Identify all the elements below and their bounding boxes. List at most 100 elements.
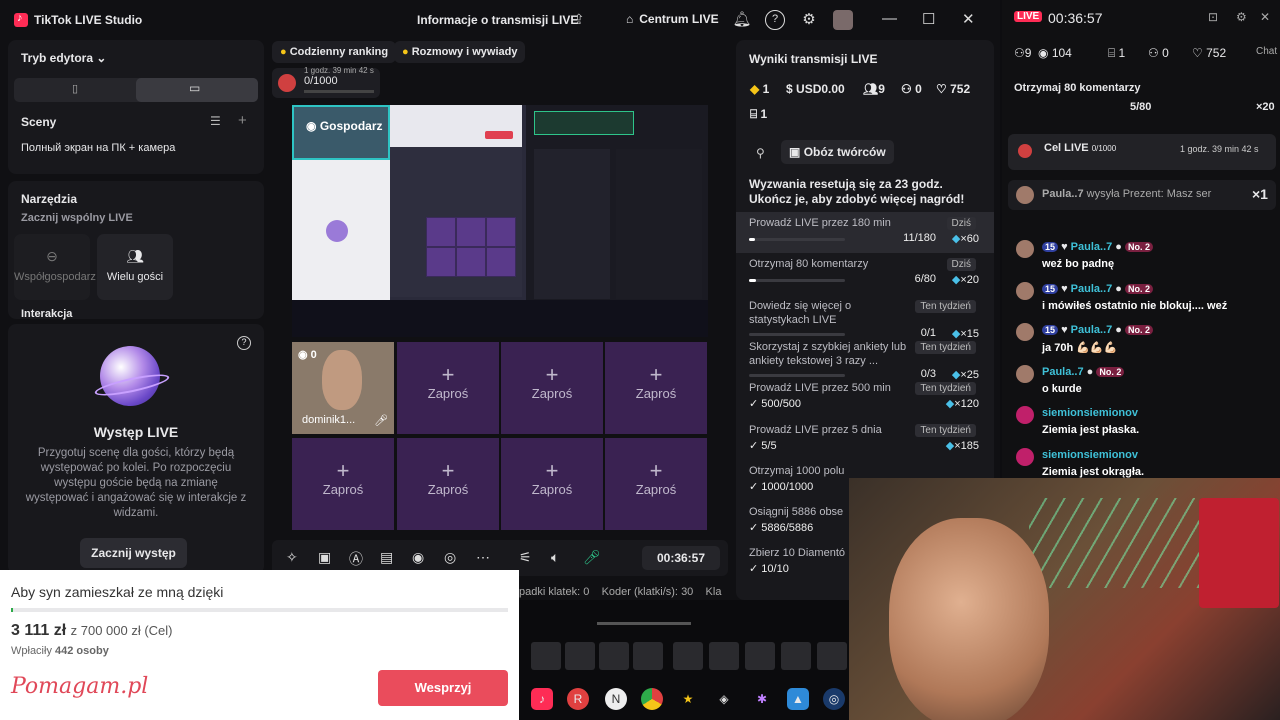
task-item[interactable]: Skorzystaj z szybkiej ankiety lub ankiet… xyxy=(736,336,994,381)
gem-icon: ◆ xyxy=(945,439,955,452)
disco-ball-icon xyxy=(100,346,160,406)
speaker-icon[interactable]: 🔈︎ xyxy=(551,549,559,566)
eye-icon: ◉ xyxy=(298,349,308,361)
task-item[interactable]: Prowadź LIVE przez 5 dnia Ten tydzień ✓ 5/… xyxy=(736,419,994,460)
talk-pill[interactable]: ● Rozmowy i wywiady xyxy=(394,41,526,63)
avatar[interactable] xyxy=(1016,447,1034,466)
guest-name: dominik1... xyxy=(302,414,356,426)
avatar[interactable] xyxy=(1016,406,1034,424)
stat-likes: ♡ 752 xyxy=(936,82,970,96)
tools-card: Narzędzia Zacznij wspólny LIVE ⊖ Współgos… xyxy=(8,181,264,320)
app-icon-red[interactable]: R xyxy=(567,688,589,710)
stream-preview[interactable]: ◉ Gospodarz xyxy=(292,105,708,337)
scene-item[interactable]: Полный экран на ПК + камера xyxy=(21,142,175,154)
sticker-icon[interactable]: ▣ xyxy=(318,549,331,566)
maximize-button[interactable]: ☐ xyxy=(922,10,935,28)
chat-username[interactable]: siemionsiemionov xyxy=(1042,449,1138,461)
gift-multiplier: ×1 xyxy=(1252,186,1268,202)
record-icon[interactable]: ◉ xyxy=(412,549,424,566)
creators-camp-button[interactable]: ▣ Obóz twórców xyxy=(781,140,894,164)
gear-icon[interactable]: ⚙ xyxy=(799,10,819,30)
person-edit-icon[interactable]: ⚲ xyxy=(756,146,765,160)
invite-slot[interactable]: + Zaproś xyxy=(397,438,499,530)
invite-slot[interactable]: + Zaproś xyxy=(397,342,499,434)
multi-guest-button[interactable]: 👥︎ Wielu gości xyxy=(97,234,173,300)
chat-username[interactable]: Paula..7 xyxy=(1042,366,1084,378)
plus-icon: + xyxy=(336,458,350,483)
avatar[interactable] xyxy=(1016,364,1034,383)
chrome-icon[interactable] xyxy=(641,688,663,710)
minimize-button[interactable]: — xyxy=(882,10,897,27)
chat-count: 0 xyxy=(1162,46,1169,60)
status-line: padki klatek: 0 Koder (klatki/s): 30 Kla xyxy=(519,586,721,598)
cube-app-icon[interactable]: ◈ xyxy=(713,688,735,710)
microphone-icon[interactable]: 🎤︎ xyxy=(583,549,601,566)
chat-username[interactable]: Paula..7 xyxy=(1071,241,1113,253)
live-goal-widget[interactable]: 0/1000 1 godz. 39 min 42 s xyxy=(272,66,380,98)
list-icon[interactable]: ☰ xyxy=(210,114,221,128)
task-count: 5886/5886 xyxy=(761,522,814,535)
magic-icon[interactable]: ✧ xyxy=(286,549,298,566)
chat-username[interactable]: Paula..7 xyxy=(1071,283,1113,295)
photos-app-icon[interactable]: ▲ xyxy=(787,688,809,710)
help-icon[interactable]: ? xyxy=(765,10,785,30)
stream-info-title[interactable]: Informacje o transmisji LIVE xyxy=(417,13,578,27)
share-icon[interactable]: ⇪ xyxy=(573,11,585,28)
live-goal-bar[interactable]: Cel LIVE 0/1000 1 godz. 39 min 42 s xyxy=(1008,134,1276,170)
task-item[interactable]: Prowadź LIVE przez 180 min Dziś 11/180 ◆×60 xyxy=(736,212,994,253)
task-period-badge: Dziś xyxy=(946,258,976,272)
stream-timer: 00:36:57 xyxy=(642,546,720,570)
close-icon[interactable]: ✕ xyxy=(1260,10,1270,24)
daily-ranking-pill[interactable]: ● Codzienny ranking xyxy=(272,41,397,63)
invite-slot[interactable]: + Zaproś xyxy=(605,342,707,434)
close-button[interactable]: ✕ xyxy=(962,10,975,28)
check-icon: ✓ xyxy=(749,439,762,452)
task-item[interactable]: Dowiedz się więcej o statystykach LIVE Te… xyxy=(736,295,994,340)
invite-slot[interactable]: + Zaproś xyxy=(292,438,394,530)
ai-icon[interactable]: Ⓐ xyxy=(349,549,363,569)
avatar[interactable] xyxy=(1016,240,1034,258)
avatar[interactable] xyxy=(1016,323,1034,341)
start-performance-button[interactable]: Zacznij występ xyxy=(80,538,187,568)
guest-camera[interactable]: ◉ 0 dominik1... 🎤︎ xyxy=(292,342,394,434)
gear-icon[interactable]: ⚙ xyxy=(1236,10,1247,24)
chat-username[interactable]: Paula..7 xyxy=(1071,324,1113,336)
portrait-icon[interactable]: ▯ xyxy=(72,82,78,95)
support-button[interactable]: Wesprzyj xyxy=(378,670,508,706)
invite-slot[interactable]: + Zaproś xyxy=(501,438,603,530)
task-reward-value: ×120 xyxy=(954,398,979,411)
settings-sliders-icon[interactable]: ⚟ xyxy=(519,549,532,566)
plus-icon: + xyxy=(649,362,663,387)
bell-icon[interactable]: 🔔︎ xyxy=(732,10,752,30)
camera-switch-icon[interactable]: ◎ xyxy=(444,549,456,566)
lock-icon[interactable]: ⊡ xyxy=(1208,10,1218,24)
live-center-button[interactable]: ⌂ Centrum LIVE xyxy=(626,12,719,26)
invite-slot[interactable]: + Zaproś xyxy=(501,342,603,434)
frames-label: padki klatek: xyxy=(519,586,581,598)
task-item[interactable]: Otrzymaj 80 komentarzy Dziś 6/80 ◆×20 xyxy=(736,253,994,294)
cohost-button[interactable]: ⊖ Współgospodarz xyxy=(14,234,96,300)
app-icon-n[interactable]: N xyxy=(605,688,627,710)
tiktok-app-icon[interactable]: ♪ xyxy=(531,688,553,710)
orientation-toggle[interactable]: ▯ ▭ xyxy=(14,78,258,102)
mic-icon[interactable]: 🎤︎ xyxy=(374,414,388,427)
puzzle-app-icon[interactable]: ✱ xyxy=(751,688,773,710)
avatar[interactable] xyxy=(1016,281,1034,300)
add-scene-icon[interactable]: + xyxy=(238,112,247,129)
task-item[interactable]: Prowadź LIVE przez 500 min Ten tydzień ✓ 5… xyxy=(736,377,994,418)
caption-icon[interactable]: ▤ xyxy=(380,549,393,566)
steam-icon[interactable]: ◎ xyxy=(823,688,845,710)
editor-mode-dropdown[interactable]: Tryb edytora ⌄ xyxy=(21,51,106,65)
chat-username[interactable]: siemionsiemionov xyxy=(1042,407,1138,419)
level-badge: 15 xyxy=(1042,283,1059,294)
landscape-icon[interactable]: ▭ xyxy=(189,81,200,95)
gift-icon: ⌸ xyxy=(1108,46,1116,60)
star-app-icon[interactable]: ★ xyxy=(677,688,699,710)
task-reward-value: ×20 xyxy=(960,274,979,287)
performance-title: Występ LIVE xyxy=(93,424,179,440)
title-bar: TikTok LIVE Studio Informacje o transmis… xyxy=(0,0,1000,40)
invite-slot[interactable]: + Zaproś xyxy=(605,438,707,530)
more-icon[interactable]: ⋯ xyxy=(476,549,490,566)
avatar[interactable] xyxy=(833,10,853,30)
help-icon[interactable]: ? xyxy=(237,336,251,350)
